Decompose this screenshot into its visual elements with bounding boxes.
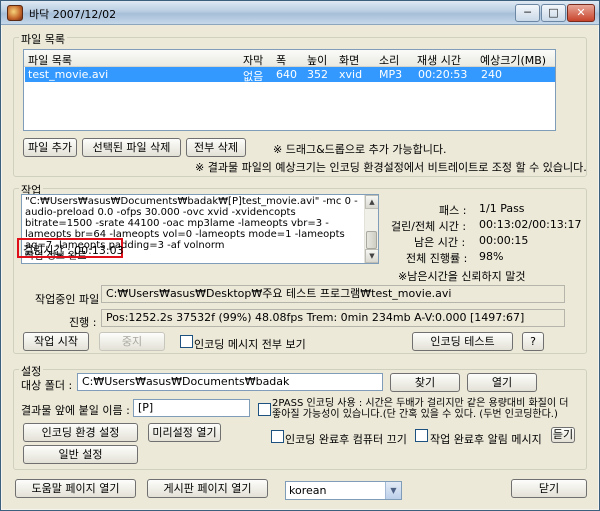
subtitle-cell: 없음 xyxy=(243,70,264,83)
elapsed-total-value: 00:13:02/00:13:17 xyxy=(479,218,582,231)
browse-button[interactable]: 찾기 xyxy=(390,373,460,392)
column-header[interactable]: 재생 시간 xyxy=(417,52,461,68)
size-estimate-note: ※ 결과물 파일의 예상크기는 인코딩 환경설정에서 비트레이트로 조정 할 수… xyxy=(195,161,587,174)
language-value: korean xyxy=(289,484,327,497)
close-icon[interactable]: ✕ xyxy=(567,4,595,22)
listen-button[interactable]: 듣기 xyxy=(551,427,575,443)
maximize-button[interactable]: □ xyxy=(541,4,566,22)
column-header[interactable]: 화면 xyxy=(339,52,359,68)
column-header[interactable]: 폭 xyxy=(276,52,286,68)
app-icon xyxy=(7,5,23,21)
show-all-messages-checkbox[interactable] xyxy=(180,335,193,348)
progress-label: 전체 진행률 : xyxy=(406,252,468,265)
file-list-header: 파일 목록 자막 폭 높이 화면 소리 재생 시간 예상크기(MB) xyxy=(24,50,555,67)
stop-button: 중지 xyxy=(99,332,165,351)
status-label: 진행 : xyxy=(69,316,97,329)
scroll-down-icon[interactable]: ▼ xyxy=(365,249,378,263)
language-select[interactable]: korean ▼ xyxy=(285,481,402,500)
column-header[interactable]: 예상크기(MB) xyxy=(480,52,546,68)
width-cell: 640 xyxy=(276,68,297,81)
column-header[interactable]: 자막 xyxy=(243,52,263,68)
column-header[interactable]: 파일 목록 xyxy=(28,52,72,68)
remaining-value: 00:00:15 xyxy=(479,234,529,247)
duration-cell: 00:20:53 xyxy=(418,68,468,81)
remove-all-button[interactable]: 전부 삭제 xyxy=(186,138,246,157)
scroll-up-icon[interactable]: ▲ xyxy=(365,195,378,209)
current-file-label: 작업중인 파일 : xyxy=(35,293,107,306)
progress-value: 98% xyxy=(479,250,504,263)
encode-test-button[interactable]: 인코딩 테스트 xyxy=(412,332,513,351)
status-field: Pos:1252.2s 37532f (99%) 48.08fps Trem: … xyxy=(101,309,565,327)
file-list-view[interactable]: 파일 목록 자막 폭 높이 화면 소리 재생 시간 예상크기(MB) test_… xyxy=(23,49,556,131)
close-button[interactable]: 닫기 xyxy=(511,479,587,498)
elapsed-total-label: 걸린/전체 시간 : xyxy=(391,220,467,233)
help-button[interactable]: ? xyxy=(522,332,544,351)
alarm-label[interactable]: 작업 완료후 알림 메시지 xyxy=(430,431,542,447)
start-job-button[interactable]: 작업 시작 xyxy=(23,332,89,351)
column-header[interactable]: 높이 xyxy=(307,52,327,68)
drag-drop-note: ※ 드래그&드롭으로 추가 가능합니다. xyxy=(273,143,447,156)
title-bar[interactable]: 바닥 2007/12/02 ─ □ ✕ xyxy=(1,1,599,25)
prefix-label: 결과물 앞에 붙일 이름 : xyxy=(21,404,130,417)
show-all-messages-label[interactable]: 인코딩 메시지 전부 보기 xyxy=(194,336,306,352)
pass-value: 1/1 Pass xyxy=(479,202,525,215)
target-folder-input[interactable]: C:₩Users₩asus₩Documents₩badak xyxy=(77,373,383,391)
target-folder-label: 대상 폴더 : xyxy=(21,379,73,392)
chevron-down-icon[interactable]: ▼ xyxy=(385,482,401,499)
help-page-button[interactable]: 도움말 페이지 열기 xyxy=(15,479,136,498)
column-header[interactable]: 소리 xyxy=(379,52,399,68)
video-cell: xvid xyxy=(339,68,363,81)
size-cell: 240 xyxy=(481,68,502,81)
remaining-warning: ※남은시간을 신뢰하지 말것 xyxy=(398,270,526,283)
app-window: 바닥 2007/12/02 ─ □ ✕ 파일 목록 파일 목록 자막 폭 높이 … xyxy=(0,0,600,511)
add-file-button[interactable]: 파일 추가 xyxy=(23,138,77,157)
remaining-label: 남은 시간 : xyxy=(414,236,466,249)
window-title: 바닥 2007/12/02 xyxy=(29,8,117,21)
pass-label: 패스 : xyxy=(439,204,467,217)
remove-selected-button[interactable]: 선택된 파일 삭제 xyxy=(82,138,181,157)
twopass-checkbox[interactable] xyxy=(258,403,271,416)
scroll-thumb[interactable] xyxy=(366,231,377,249)
prefix-input[interactable]: [P] xyxy=(133,399,250,417)
shutdown-checkbox[interactable] xyxy=(271,430,284,443)
preset-open-button[interactable]: 미리설정 열기 xyxy=(148,423,221,442)
alarm-checkbox[interactable] xyxy=(415,429,428,442)
audio-cell: MP3 xyxy=(379,68,403,81)
board-page-button[interactable]: 게시판 페이지 열기 xyxy=(147,479,268,498)
elapsed-line: 걸린시간 : 00:13:03 xyxy=(23,244,124,257)
encode-settings-button[interactable]: 인코딩 환경 설정 xyxy=(23,423,138,442)
file-name-cell: test_movie.avi xyxy=(28,68,109,81)
height-cell: 352 xyxy=(307,68,328,81)
open-button[interactable]: 열기 xyxy=(467,373,537,392)
twopass-label[interactable]: 2PASS 인코딩 사용 : 시간은 두배가 걸리지만 같은 용량대비 화질이 … xyxy=(272,398,574,420)
file-list-group-label: 파일 목록 xyxy=(19,31,67,47)
current-file-field: C:₩Users₩asus₩Desktop₩주요 테스트 프로그램₩test_m… xyxy=(101,285,565,303)
general-settings-button[interactable]: 일반 설정 xyxy=(23,445,138,464)
file-list-row[interactable]: test_movie.avi 없음 640 352 xvid MP3 00:20… xyxy=(25,67,555,83)
minimize-button[interactable]: ─ xyxy=(515,4,540,22)
log-scrollbar[interactable]: ▲ ▼ xyxy=(364,195,378,263)
shutdown-label[interactable]: 인코딩 완료후 컴퓨터 끄기 xyxy=(285,431,407,447)
